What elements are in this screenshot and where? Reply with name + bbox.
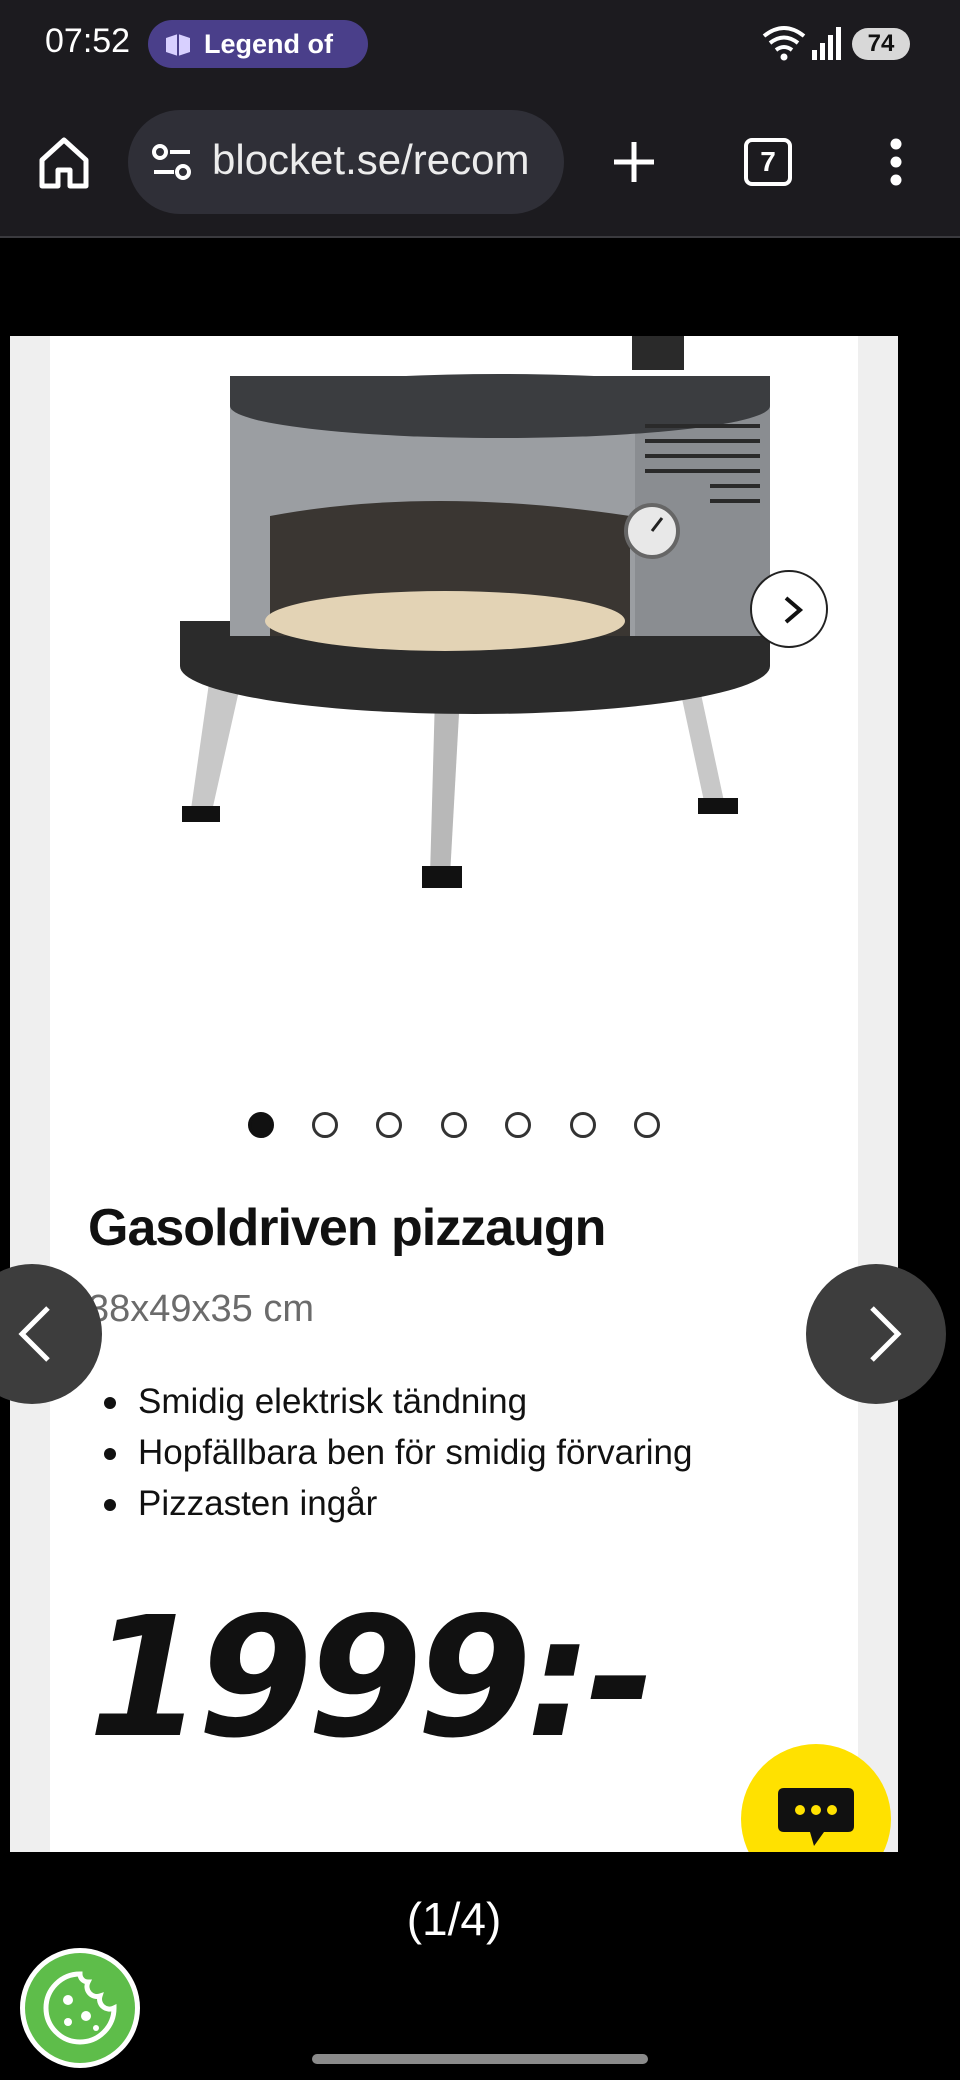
more-vert-icon[interactable] <box>874 132 918 192</box>
product-card: Gasoldriven pizzaugn 38x49x35 cm Smidig … <box>50 336 891 1852</box>
pagination-dot[interactable] <box>441 1112 467 1138</box>
pagination-dot[interactable] <box>376 1112 402 1138</box>
product-price: 1999:- <box>88 1582 655 1775</box>
image-viewer: Gasoldriven pizzaugn 38x49x35 cm Smidig … <box>0 240 960 2068</box>
battery-indicator: 74 <box>852 28 910 60</box>
plus-icon[interactable] <box>604 132 664 192</box>
tab-switcher-button[interactable]: 7 <box>744 138 792 186</box>
product-title: Gasoldriven pizzaugn <box>88 1199 606 1257</box>
status-time: 07:52 <box>45 22 131 60</box>
cookie-settings-button[interactable] <box>20 1948 140 2068</box>
feature-item: Pizzasten ingår <box>88 1478 808 1529</box>
address-bar[interactable]: blocket.se/recom <box>128 110 564 214</box>
chevron-right-icon <box>784 596 804 624</box>
chevron-left-icon <box>18 1306 50 1362</box>
pagination-dot[interactable] <box>634 1112 660 1138</box>
gesture-navigation-bar[interactable] <box>312 2054 648 2064</box>
pizza-oven-image[interactable] <box>100 336 800 896</box>
feature-item: Smidig elektrisk tändning <box>88 1376 808 1427</box>
page-counter: (1/4) <box>406 1893 502 1945</box>
tune-icon[interactable] <box>150 140 194 184</box>
chat-button[interactable] <box>741 1744 891 1852</box>
wifi-icon <box>762 26 806 61</box>
notification-text: Legend of <box>204 29 333 59</box>
pagination-dot[interactable] <box>570 1112 596 1138</box>
pagination-dot[interactable] <box>505 1112 531 1138</box>
signal-icon <box>812 27 841 60</box>
browser-toolbar: blocket.se/recom 7 <box>0 90 960 238</box>
viewer-next-button[interactable] <box>806 1264 946 1404</box>
pagination-dot[interactable] <box>312 1112 338 1138</box>
feature-list: Smidig elektrisk tändning Hopfällbara be… <box>88 1376 808 1529</box>
book-icon <box>166 34 190 56</box>
chat-bubble-icon <box>778 1788 854 1846</box>
chevron-right-icon <box>870 1306 902 1362</box>
cookie-icon <box>43 1971 117 2045</box>
notification-pill[interactable]: Legend of <box>148 20 368 68</box>
image-pagination-dots <box>248 1112 668 1142</box>
home-icon[interactable] <box>34 132 94 192</box>
page-screenshot: Gasoldriven pizzaugn 38x49x35 cm Smidig … <box>10 336 898 1852</box>
pagination-dot[interactable] <box>248 1112 274 1138</box>
status-bar: 07:52 Legend of 74 <box>0 0 960 90</box>
url-text: blocket.se/recom <box>212 136 530 183</box>
image-next-button[interactable] <box>750 570 828 648</box>
product-dimensions: 38x49x35 cm <box>88 1288 315 1330</box>
feature-item: Hopfällbara ben för smidig förvaring <box>88 1427 808 1478</box>
